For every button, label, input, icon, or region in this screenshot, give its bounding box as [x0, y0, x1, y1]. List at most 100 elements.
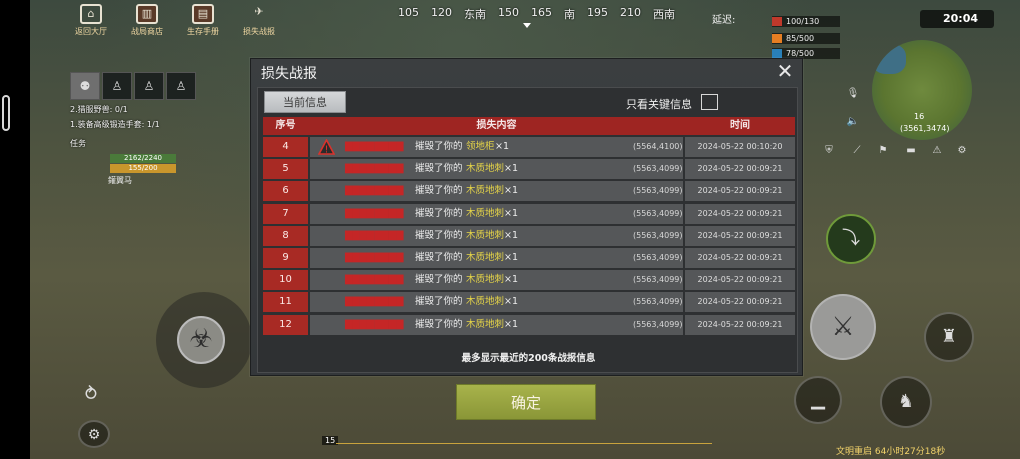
mission-line: 1.装备高级锻造手套: 1/1 — [70, 120, 160, 129]
knife-attack-button[interactable]: ⚔ — [810, 294, 876, 360]
knife-icon[interactable]: ⟋ — [850, 145, 864, 157]
team-tab-2[interactable]: ♙ — [102, 72, 132, 100]
row-content: ! ▇▇▇▇▇▇▇▇ 摧毁了你的 领地柜 ×1 (5564,4100) — [310, 137, 683, 157]
row-verb: 摧毁了你的 — [415, 251, 463, 263]
mic-icon[interactable]: 🎙 — [846, 88, 860, 100]
task-label: 任务 — [70, 139, 86, 148]
confirm-button[interactable]: 确定 — [456, 384, 596, 420]
mount-name: 鑵翼马 — [108, 176, 132, 185]
row-number: 4 — [263, 137, 308, 157]
row-item: 木质地刺 — [466, 163, 505, 175]
row-item: 木质地刺 — [466, 296, 505, 308]
whistle-icon[interactable]: ⥁ — [76, 384, 106, 406]
row-content: ▇▇▇▇▇▇▇▇ 摧毁了你的 木质地刺 ×1 (5563,4099) — [310, 292, 683, 313]
mount-xp-bar: 155/200 — [110, 164, 176, 173]
row-coordinates: (5563,4099) — [633, 164, 683, 174]
row-time: 2024-05-22 00:09:21 — [685, 203, 795, 224]
row-verb: 摧毁了你的 — [415, 318, 463, 330]
lobby-label: 返回大厅 — [75, 27, 107, 36]
compass-tick: 南 — [564, 8, 575, 21]
row-content: ▇▇▇▇▇▇▇▇ 摧毁了你的 木质地刺 ×1 (5563,4099) — [310, 314, 683, 335]
loss-report-button[interactable]: ✈ 损失战报 — [234, 4, 284, 37]
prone-action-button[interactable]: ⤵ — [826, 214, 876, 264]
compass-tick: 195 — [587, 6, 608, 19]
health-value: 100/130 — [786, 17, 820, 26]
vehicle-icon[interactable]: ▬ — [904, 145, 918, 157]
thirst-icon — [772, 49, 782, 58]
compass-tick: 165 — [531, 6, 552, 19]
column-header-num: 序号 — [275, 120, 296, 131]
row-time: 2024-05-22 00:09:21 — [685, 270, 795, 291]
home-icon: ⌂ — [80, 4, 102, 24]
report-rows: 4! ▇▇▇▇▇▇▇▇ 摧毁了你的 领地柜 ×1 (5564,4100) 2024-05-2… — [263, 137, 795, 337]
biohazard-icon: ☣ — [177, 316, 225, 364]
row-number: 9 — [263, 247, 308, 268]
row-quantity: ×1 — [504, 207, 519, 219]
row-actor: ▇▇▇▇▇▇▇▇ — [345, 163, 404, 175]
screen-notch — [2, 95, 10, 131]
table-row: 6 ▇▇▇▇▇▇▇▇ 摧毁了你的 木质地刺 ×1 (5563,4099) 2024-05-2… — [263, 181, 795, 202]
mission-tabs: ⚉ ♙ ♙ ♙ — [70, 72, 202, 100]
row-coordinates: (5563,4099) — [633, 230, 683, 240]
team-tab-3[interactable]: ♙ — [134, 72, 164, 100]
row-actor: ▇▇▇▇▇▇▇▇ — [345, 296, 404, 308]
crouch-button[interactable]: ♞ — [880, 376, 932, 428]
mount-hp-bar: 2162/2240 — [110, 154, 176, 163]
row-actor: ▇▇▇▇▇▇▇▇ — [345, 185, 404, 197]
row-verb: 摧毁了你的 — [415, 274, 463, 286]
warning-icon[interactable]: ⚠ — [930, 145, 944, 157]
mission-panel: ⚉ ♙ ♙ ♙ 2.猎服野兽: 0/1 1.装备高级锻造手套: 1/1 任务 — [70, 72, 202, 149]
row-time: 2024-05-22 00:09:21 — [685, 225, 795, 246]
row-quantity: ×1 — [504, 318, 519, 330]
row-coordinates: (5563,4099) — [633, 275, 683, 285]
gear-backpack-icon[interactable]: ⚙ — [78, 420, 110, 448]
row-coordinates: (5563,4099) — [633, 319, 683, 329]
hunger-value: 85/500 — [786, 34, 815, 43]
compass-tick: 150 — [498, 6, 519, 19]
manual-button[interactable]: ▤ 生存手册 — [178, 4, 228, 37]
hunger-stat: 85/500 — [772, 33, 840, 44]
row-number: 7 — [263, 203, 308, 224]
row-quantity: ×1 — [504, 251, 519, 263]
close-icon[interactable]: ✕ — [774, 59, 796, 83]
hunger-icon — [772, 34, 782, 43]
row-actor: ▇▇▇▇▇▇▇▇ — [345, 318, 404, 330]
compass-caret-icon — [523, 23, 531, 28]
lobby-button[interactable]: ⌂ 返回大厅 — [66, 4, 116, 37]
row-content: ▇▇▇▇▇▇▇▇ 摧毁了你的 木质地刺 ×1 (5563,4099) — [310, 247, 683, 268]
xp-line — [336, 443, 712, 444]
row-verb: 摧毁了你的 — [415, 141, 463, 152]
row-coordinates: (5563,4099) — [633, 208, 683, 218]
minimap-level: 16 — [914, 112, 925, 121]
column-header-time: 时间 — [730, 120, 750, 131]
shop-button[interactable]: ▥ 战局商店 — [122, 4, 172, 37]
row-coordinates: (5563,4099) — [633, 297, 683, 307]
civilization-restart-timer: 文明重启 64小时27分18秒 — [836, 447, 946, 457]
shield-icon[interactable]: ⛨ — [822, 145, 836, 157]
crawl-button[interactable]: ▁ — [794, 376, 842, 424]
alert-triangle-icon: ! — [318, 139, 335, 155]
row-quantity: ×1 — [504, 185, 519, 197]
joystick[interactable]: ☣ — [156, 292, 252, 388]
row-number: 8 — [263, 225, 308, 246]
row-verb: 摧毁了你的 — [415, 185, 463, 197]
minimap[interactable]: 16 (3561,3474) — [872, 40, 972, 140]
row-item: 木质地刺 — [466, 207, 505, 219]
shop-icon: ▥ — [136, 4, 158, 24]
row-actor: ▇▇▇▇▇▇▇▇ — [345, 251, 404, 263]
speaker-icon[interactable]: 🔈 — [846, 116, 860, 128]
flag-icon[interactable]: ⚑ — [876, 145, 890, 157]
manual-label: 生存手册 — [187, 27, 219, 36]
row-item: 领地柜 — [466, 141, 495, 152]
health-icon — [772, 17, 782, 26]
team-tab-self[interactable]: ⚉ — [70, 72, 100, 100]
settings-icon[interactable]: ⚙ — [955, 145, 969, 157]
jump-button[interactable]: ♜ — [924, 312, 974, 362]
tab-current-info[interactable]: 当前信息 — [264, 91, 346, 113]
row-item: 木质地刺 — [466, 274, 505, 286]
row-number: 11 — [263, 292, 308, 313]
row-time: 2024-05-22 00:09:21 — [685, 314, 795, 335]
team-tab-4[interactable]: ♙ — [166, 72, 196, 100]
key-only-checkbox[interactable] — [701, 94, 718, 110]
top-toolbar: ⌂ 返回大厅 ▥ 战局商店 ▤ 生存手册 ✈ 损失战报 — [66, 4, 284, 37]
